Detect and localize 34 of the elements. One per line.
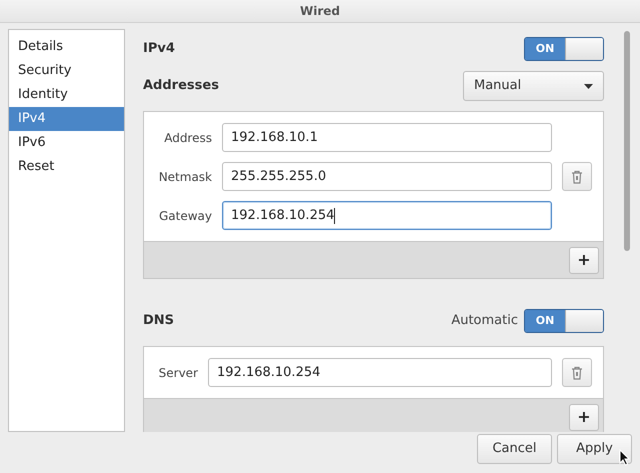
toggle-switch[interactable]: ON	[524, 37, 604, 61]
switch-label: Automatic	[451, 312, 518, 330]
field-label: Gateway	[158, 208, 212, 224]
dialog-button[interactable]: Apply	[557, 434, 632, 464]
text-cursor	[334, 208, 336, 224]
sidebar-item[interactable]: Reset	[9, 155, 124, 179]
field-label: Address	[163, 130, 212, 146]
sidebar-item[interactable]: IPv4	[9, 107, 124, 131]
trash-icon	[571, 366, 583, 380]
field-label: Server	[158, 364, 198, 382]
mouse-pointer-icon	[619, 449, 630, 466]
trash-icon	[571, 170, 583, 184]
add-button[interactable]: +	[569, 404, 599, 430]
section-title: DNS	[143, 312, 174, 330]
add-button[interactable]: +	[569, 246, 599, 274]
toggle-switch[interactable]: ON	[524, 309, 604, 333]
sidebar-item[interactable]: IPv6	[9, 131, 124, 155]
sidebar-item[interactable]: Security	[9, 59, 124, 83]
delete-button[interactable]	[562, 162, 592, 191]
dropdown-arrow-icon	[584, 84, 593, 88]
sidebar-item[interactable]: Details	[9, 35, 124, 59]
input-field[interactable]: 255.255.255.0	[222, 162, 552, 191]
field-label: Netmask	[158, 168, 212, 186]
input-field[interactable]: 192.168.10.254	[208, 358, 552, 387]
section-title: IPv4	[143, 40, 175, 58]
input-field[interactable]: 192.168.10.1	[222, 123, 552, 152]
scrollbar[interactable]	[624, 31, 630, 251]
section-title: Addresses	[143, 77, 219, 96]
sidebar-item[interactable]: Identity	[9, 83, 124, 107]
window-title: Wired	[300, 3, 340, 20]
input-field[interactable]: 192.168.10.254	[222, 201, 552, 230]
dialog-button[interactable]: Cancel	[477, 434, 552, 464]
method-dropdown[interactable]: Manual	[463, 71, 604, 101]
delete-button[interactable]	[562, 358, 592, 387]
